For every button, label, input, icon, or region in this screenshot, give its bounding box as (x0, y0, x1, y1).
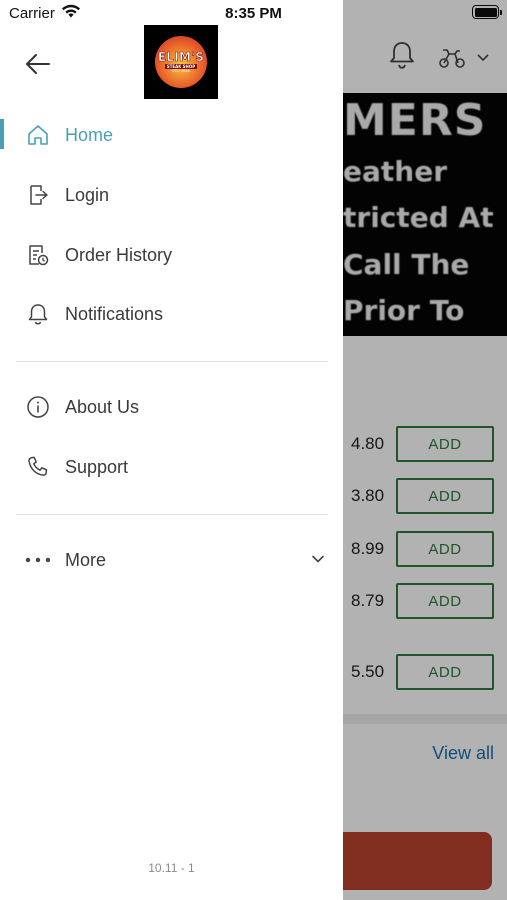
menu-item-label: Home (65, 124, 114, 145)
logo-est: EST. 2016 (172, 68, 190, 73)
menu-divider (16, 514, 328, 515)
home-icon (25, 122, 51, 148)
logo-text: ELIM'S (157, 49, 205, 64)
back-button[interactable] (20, 48, 56, 80)
menu-item-label: About Us (65, 396, 140, 417)
drawer-overlay[interactable] (343, 0, 507, 900)
navigation-drawer: ELIM'S STEAK SHOP EST. 2016 Home Login O… (0, 0, 343, 900)
menu-item-label: More (65, 549, 107, 570)
menu-item-about-us[interactable]: About Us (0, 382, 343, 432)
arrow-left-icon (26, 54, 50, 74)
menu-item-notifications[interactable]: Notifications (0, 289, 343, 339)
status-bar: Carrier 8:35 PM (0, 0, 507, 26)
menu-item-more[interactable]: More (0, 535, 343, 585)
menu-item-order-history[interactable]: Order History (0, 230, 343, 280)
logo-badge: ELIM'S STEAK SHOP EST. 2016 (155, 36, 207, 88)
info-icon (25, 394, 51, 420)
menu-item-label: Login (65, 184, 110, 205)
order-history-icon (25, 242, 51, 268)
more-dots-icon (25, 547, 51, 573)
menu-item-label: Notifications (65, 303, 164, 324)
menu-item-login[interactable]: Login (0, 170, 343, 220)
app-version: 10.11 - 1 (148, 861, 195, 875)
menu-item-label: Order History (65, 244, 173, 265)
login-icon (25, 182, 51, 208)
carrier-label: Carrier (9, 5, 55, 22)
phone-icon (25, 454, 51, 480)
menu-item-label: Support (65, 456, 129, 477)
wifi-icon (61, 4, 81, 24)
restaurant-logo: ELIM'S STEAK SHOP EST. 2016 (144, 25, 218, 99)
bell-icon (25, 301, 51, 327)
menu-item-home[interactable]: Home (0, 110, 343, 160)
menu-item-support[interactable]: Support (0, 442, 343, 492)
chevron-down-icon (311, 552, 325, 566)
menu-divider (16, 361, 328, 362)
